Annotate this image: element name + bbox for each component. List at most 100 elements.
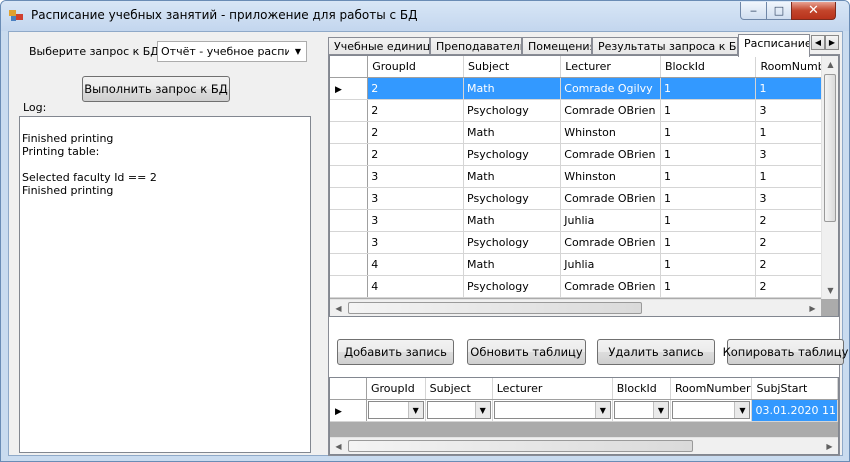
cell[interactable]: 1: [660, 77, 757, 100]
cell[interactable]: 3: [367, 209, 465, 232]
edit-grid-horizontal-scrollbar[interactable]: ◀ ▶: [330, 437, 838, 454]
row-header[interactable]: ▶: [330, 77, 369, 100]
row-header[interactable]: [330, 231, 369, 254]
tab-schedule[interactable]: Расписание: [738, 34, 810, 57]
row-header[interactable]: [330, 275, 369, 298]
subject-select[interactable]: ▼: [426, 401, 491, 419]
col-header-subject[interactable]: Subject: [463, 56, 562, 78]
row-header[interactable]: [330, 253, 369, 276]
cell[interactable]: 3: [367, 187, 465, 210]
col-header-groupid[interactable]: GroupId: [366, 378, 426, 400]
title-bar[interactable]: Расписание учебных занятий - приложение …: [1, 1, 849, 31]
cell[interactable]: Whinston: [560, 121, 661, 144]
row-header[interactable]: [330, 165, 369, 188]
table-row[interactable]: 4 Math Juhlia 1 2: [330, 253, 838, 276]
query-select[interactable]: Отчёт - учебное расписани ▼: [157, 41, 307, 62]
table-row[interactable]: 4 Psychology Comrade OBrien 1 2: [330, 275, 838, 298]
col-header-blockid[interactable]: BlockId: [612, 378, 671, 400]
cell[interactable]: 4: [367, 275, 465, 298]
cell[interactable]: 1: [660, 209, 757, 232]
cell[interactable]: 1: [660, 143, 757, 166]
cell[interactable]: 1: [660, 165, 757, 188]
cell[interactable]: 1: [660, 231, 757, 254]
groupid-select[interactable]: ▼: [367, 401, 424, 419]
table-row[interactable]: ▶ ▼ ▼ ▼ ▼ ▼ 03.01.2020 11: [330, 399, 838, 422]
copy-table-button[interactable]: Копировать таблицу: [723, 339, 848, 365]
cell[interactable]: 2: [367, 143, 465, 166]
scroll-right-icon[interactable]: ▶: [804, 300, 821, 316]
col-header-roomnumber[interactable]: RoomNumber: [670, 378, 753, 400]
cell[interactable]: Juhlia: [560, 209, 661, 232]
grid-vertical-scrollbar[interactable]: ▲ ▼: [821, 56, 838, 299]
lecturer-select[interactable]: ▼: [493, 401, 611, 419]
table-row[interactable]: ▶ 2 Math Comrade Ogilvy 1 1: [330, 77, 838, 100]
scroll-left-icon[interactable]: ◀: [330, 438, 347, 454]
cell[interactable]: 2: [367, 99, 465, 122]
cell[interactable]: Psychology: [463, 275, 562, 298]
cell[interactable]: 2: [367, 77, 465, 100]
tab-scroll-left-icon[interactable]: ◀: [811, 35, 825, 50]
cell[interactable]: Math: [463, 77, 562, 100]
vertical-scroll-thumb[interactable]: [824, 74, 836, 222]
cell[interactable]: Comrade OBrien: [560, 143, 661, 166]
table-row[interactable]: 2 Math Whinston 1 1: [330, 121, 838, 144]
table-row[interactable]: 3 Math Juhlia 1 2: [330, 209, 838, 232]
cell[interactable]: Whinston: [560, 165, 661, 188]
cell[interactable]: 1: [660, 121, 757, 144]
table-row[interactable]: 3 Psychology Comrade OBrien 1 2: [330, 231, 838, 254]
cell[interactable]: 3: [367, 165, 465, 188]
cell[interactable]: Comrade Ogilvy: [560, 77, 661, 100]
col-header-lecturer[interactable]: Lecturer: [560, 56, 661, 78]
cell[interactable]: Psychology: [463, 99, 562, 122]
cell[interactable]: Math: [463, 121, 562, 144]
tab-scroll-right-icon[interactable]: ▶: [825, 35, 839, 50]
table-row[interactable]: 2 Psychology Comrade OBrien 1 3: [330, 99, 838, 122]
cell[interactable]: Comrade OBrien: [560, 99, 661, 122]
table-row[interactable]: 3 Psychology Comrade OBrien 1 3: [330, 187, 838, 210]
row-header[interactable]: [330, 99, 369, 122]
scroll-down-icon[interactable]: ▼: [822, 282, 838, 299]
row-header[interactable]: ▶: [330, 399, 367, 422]
table-row[interactable]: 2 Psychology Comrade OBrien 1 3: [330, 143, 838, 166]
cell[interactable]: 1: [660, 253, 757, 276]
add-record-button[interactable]: Добавить запись: [337, 339, 454, 365]
table-row[interactable]: 3 Math Whinston 1 1: [330, 165, 838, 188]
close-button[interactable]: ✕: [791, 2, 836, 20]
cell[interactable]: Math: [463, 209, 562, 232]
schedule-grid[interactable]: GroupId Subject Lecturer BlockId RoomNum…: [329, 55, 839, 317]
grid-horizontal-scrollbar[interactable]: ◀ ▶: [330, 299, 821, 316]
blockid-select[interactable]: ▼: [613, 401, 669, 419]
roomnumber-select[interactable]: ▼: [671, 401, 751, 419]
cell[interactable]: Psychology: [463, 143, 562, 166]
scroll-up-icon[interactable]: ▲: [822, 56, 838, 73]
cell[interactable]: Comrade OBrien: [560, 231, 661, 254]
horizontal-scroll-thumb[interactable]: [348, 302, 642, 314]
cell[interactable]: 1: [660, 275, 757, 298]
cell[interactable]: Psychology: [463, 187, 562, 210]
edit-grid[interactable]: GroupId Subject Lecturer BlockId RoomNum…: [329, 377, 839, 455]
col-header-subjstart[interactable]: SubjStart: [751, 378, 838, 400]
row-header[interactable]: [330, 143, 369, 166]
cell[interactable]: Math: [463, 165, 562, 188]
col-header-groupid[interactable]: GroupId: [367, 56, 465, 78]
col-header-blockid[interactable]: BlockId: [660, 56, 757, 78]
cell[interactable]: 3: [367, 231, 465, 254]
cell[interactable]: 1: [660, 99, 757, 122]
maximize-button[interactable]: □: [766, 2, 792, 20]
cell[interactable]: Juhlia: [560, 253, 661, 276]
subjstart-cell[interactable]: 03.01.2020 11: [751, 399, 838, 422]
cell[interactable]: 1: [660, 187, 757, 210]
cell[interactable]: Comrade OBrien: [560, 187, 661, 210]
row-header[interactable]: [330, 209, 369, 232]
log-textbox[interactable]: Finished printing Printing table: Select…: [19, 116, 311, 453]
col-header-subject[interactable]: Subject: [425, 378, 493, 400]
cell[interactable]: 4: [367, 253, 465, 276]
row-header[interactable]: [330, 187, 369, 210]
delete-record-button[interactable]: Удалить запись: [597, 339, 715, 365]
scroll-right-icon[interactable]: ▶: [821, 438, 838, 454]
row-header[interactable]: [330, 121, 369, 144]
cell[interactable]: Comrade OBrien: [560, 275, 661, 298]
cell[interactable]: Math: [463, 253, 562, 276]
refresh-table-button[interactable]: Обновить таблицу: [467, 339, 586, 365]
scroll-left-icon[interactable]: ◀: [330, 300, 347, 316]
